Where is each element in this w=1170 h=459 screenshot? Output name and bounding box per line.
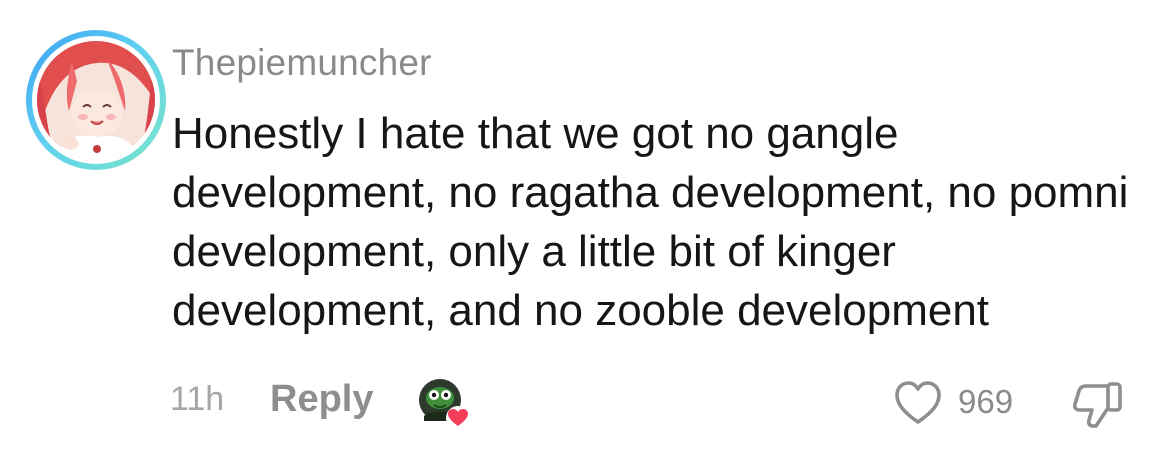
reply-button[interactable]: Reply — [270, 378, 373, 421]
comment-item: Thepiemuncher Honestly I hate that we go… — [0, 0, 1170, 459]
thumbs-down-icon[interactable] — [1070, 376, 1126, 432]
like-count: 969 — [958, 383, 1014, 420]
creator-liked-avatar — [418, 378, 470, 430]
avatar-inner — [32, 36, 160, 164]
heart-outline-icon[interactable] — [893, 378, 943, 426]
comment-username[interactable]: Thepiemuncher — [172, 42, 432, 84]
user-avatar[interactable] — [26, 30, 166, 170]
comment-timestamp: 11h — [170, 380, 225, 418]
avatar-image — [37, 41, 155, 159]
comment-text: Honestly I hate that we got no gangle de… — [172, 109, 1129, 335]
